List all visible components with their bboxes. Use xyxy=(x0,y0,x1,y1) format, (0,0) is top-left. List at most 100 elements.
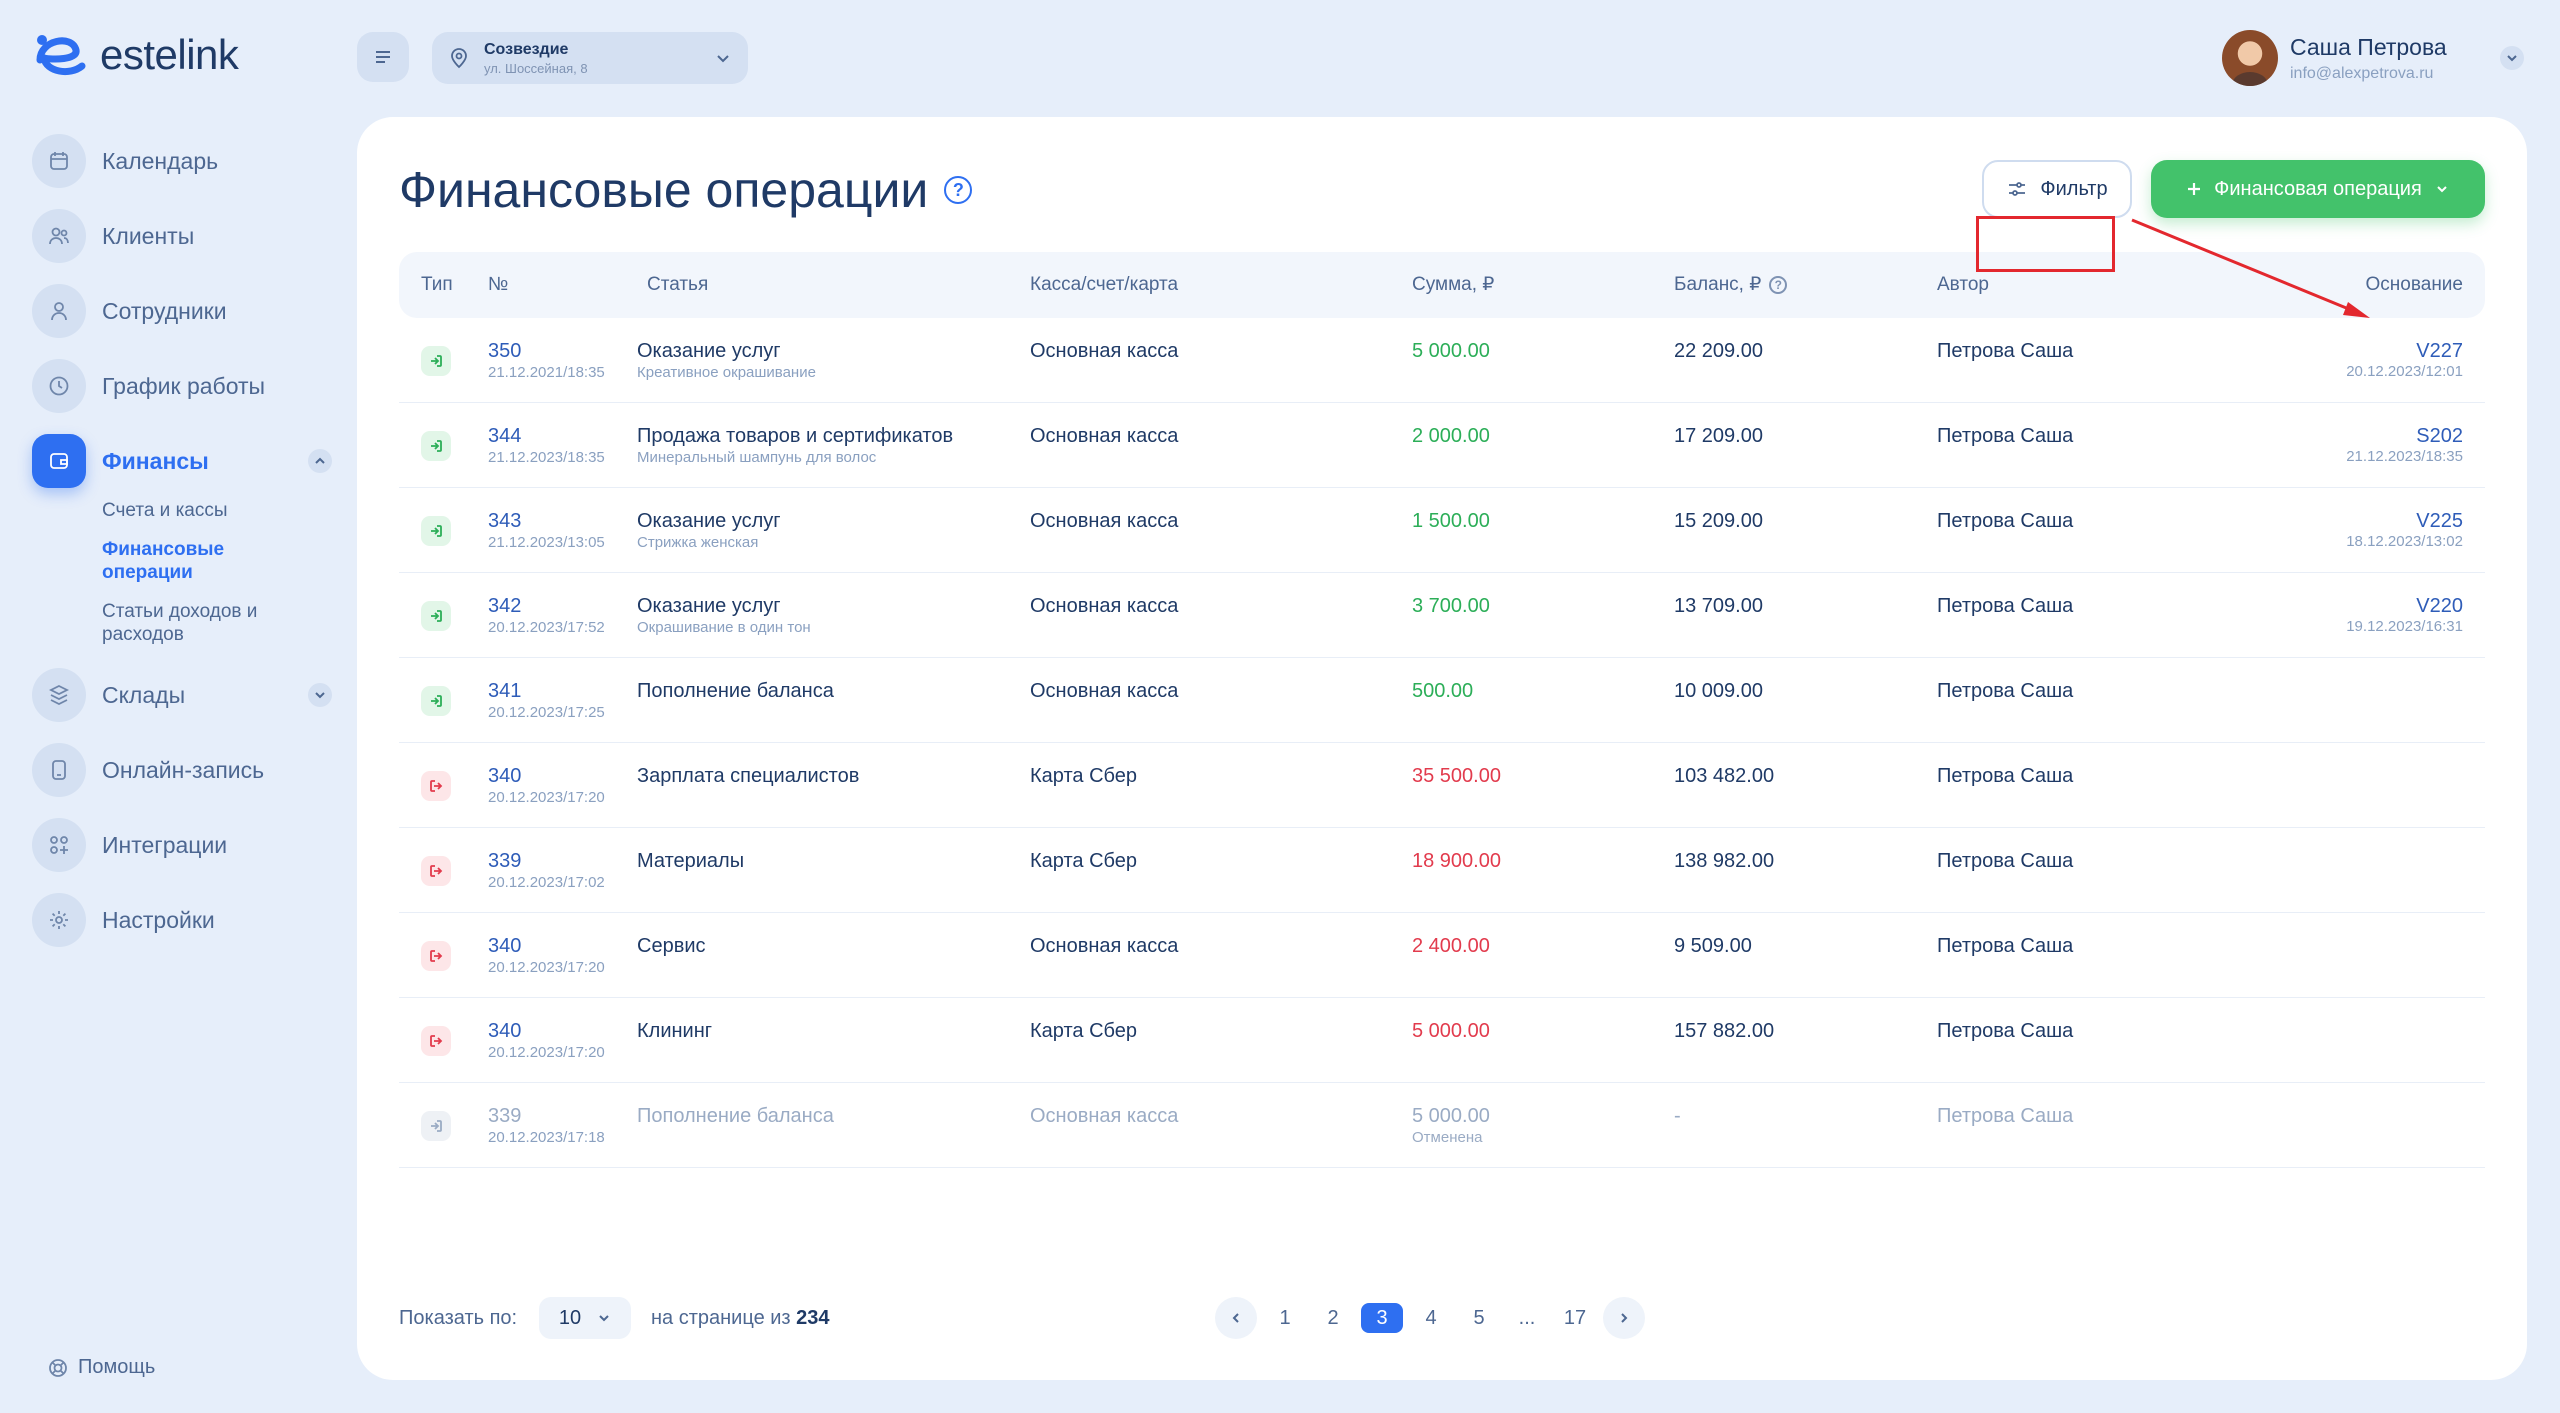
table-row[interactable]: 340 20.12.2023/17:20 Зарплата специалистов… xyxy=(399,743,2485,828)
sidebar-item-calendar[interactable]: Календарь xyxy=(32,134,332,188)
article-cell: Пополнение баланса xyxy=(637,680,834,703)
sidebar-item-warehouses[interactable]: Склады xyxy=(32,668,332,722)
operation-id[interactable]: 339 xyxy=(488,850,605,873)
sum-value: 3 700.00 xyxy=(1412,595,1490,617)
article-cell: Сервис xyxy=(637,935,706,958)
sidebar-item-label: Склады xyxy=(102,681,186,708)
sum-value: 2 400.00 xyxy=(1412,935,1490,957)
col-sum: Сумма, ₽ xyxy=(1412,274,1495,295)
basis-link[interactable]: V227 xyxy=(2346,340,2463,363)
table-body: 350 21.12.2021/18:35 Оказание услуг Креатив… xyxy=(399,318,2485,1168)
sidebar-item-finance[interactable]: Финансы xyxy=(32,434,332,488)
page-total-text: на странице из 234 xyxy=(651,1307,830,1330)
operation-id[interactable]: 340 xyxy=(488,765,605,788)
expense-icon xyxy=(421,856,451,886)
col-balance-label: Баланс, ₽ xyxy=(1674,274,1762,295)
calendar-icon xyxy=(32,134,86,188)
table-row[interactable]: 342 20.12.2023/17:52 Оказание услуг Окрашив… xyxy=(399,573,2485,658)
page-button[interactable]: 5 xyxy=(1459,1303,1499,1333)
sidebar-item-schedule[interactable]: График работы xyxy=(32,359,332,413)
next-page-button[interactable] xyxy=(1603,1297,1645,1339)
pagination-ellipsis: ... xyxy=(1518,1306,1536,1329)
per-page-select[interactable]: 10 xyxy=(539,1297,631,1339)
table-row[interactable]: 339 20.12.2023/17:18 Пополнение баланса Осн… xyxy=(399,1083,2485,1168)
help-link[interactable]: Помощь xyxy=(48,1356,155,1379)
operation-number: 341 20.12.2023/17:25 xyxy=(488,680,605,721)
operation-id[interactable]: 341 xyxy=(488,680,605,703)
sidebar-item-staff[interactable]: Сотрудники xyxy=(32,284,332,338)
sum-cell: 18 900.00 xyxy=(1412,850,1501,873)
prev-page-button[interactable] xyxy=(1215,1297,1257,1339)
chevron-up-icon[interactable] xyxy=(308,449,332,473)
expense-icon xyxy=(421,1026,451,1056)
page-button[interactable]: 4 xyxy=(1411,1303,1451,1333)
location-pin-icon xyxy=(451,48,467,69)
basis-cell: S202 21.12.2023/18:35 xyxy=(2346,425,2463,465)
menu-toggle-button[interactable] xyxy=(357,32,409,82)
sidebar-item-online-booking[interactable]: Онлайн-запись xyxy=(32,743,332,797)
filter-button[interactable]: Фильтр xyxy=(1982,160,2132,218)
location-text: Созвездие ул. Шоссейная, 8 xyxy=(484,41,714,76)
basis-link[interactable]: S202 xyxy=(2346,425,2463,448)
income-icon xyxy=(421,516,451,546)
operation-id[interactable]: 350 xyxy=(488,340,605,363)
sidebar-item-integrations[interactable]: Интеграции xyxy=(32,818,332,872)
operation-id[interactable]: 340 xyxy=(488,935,605,958)
table-row[interactable]: 344 21.12.2023/18:35 Продажа товаров и сер… xyxy=(399,403,2485,488)
avatar xyxy=(2222,30,2278,86)
article-name: Сервис xyxy=(637,935,706,957)
location-selector[interactable]: Созвездие ул. Шоссейная, 8 xyxy=(432,32,748,84)
question-icon[interactable]: ? xyxy=(1769,276,1788,294)
add-operation-button[interactable]: Финансовая операция xyxy=(2151,160,2485,218)
article-cell: Оказание услуг Креативное окрашивание xyxy=(637,340,816,381)
table-row[interactable]: 343 21.12.2023/13:05 Оказание услуг Стрижка… xyxy=(399,488,2485,573)
balance-cell: 9 509.00 xyxy=(1674,935,1752,957)
income-icon xyxy=(421,431,451,461)
cash-cell: Основная касса xyxy=(1030,935,1179,957)
subnav-item-accounts[interactable]: Счета и кассы xyxy=(102,499,332,522)
user-profile[interactable]: Саша Петрова info@alexpetrova.ru xyxy=(2222,30,2447,86)
clock-icon xyxy=(32,359,86,413)
expense-icon xyxy=(421,771,451,801)
subnav-item-articles[interactable]: Статьи доходов и расходов xyxy=(102,600,292,646)
article-cell: Пополнение баланса xyxy=(637,1105,834,1128)
basis-date: 21.12.2023/18:35 xyxy=(2346,448,2463,465)
balance-cell: 103 482.00 xyxy=(1674,765,1775,787)
basis-link[interactable]: V220 xyxy=(2346,595,2463,618)
chevron-down-icon[interactable] xyxy=(308,683,332,707)
basis-cell: V220 19.12.2023/16:31 xyxy=(2346,595,2463,635)
author-cell: Петрова Саша xyxy=(1937,850,2074,872)
operation-id[interactable]: 343 xyxy=(488,510,605,533)
basis-link[interactable]: V225 xyxy=(2346,510,2463,533)
page-button[interactable]: 1 xyxy=(1265,1303,1305,1333)
app-logo[interactable]: estelink xyxy=(32,30,239,80)
location-address: ул. Шоссейная, 8 xyxy=(484,60,588,76)
table-row[interactable]: 350 21.12.2021/18:35 Оказание услуг Креатив… xyxy=(399,318,2485,403)
operation-id[interactable]: 342 xyxy=(488,595,605,618)
main-card: Финансовые операции ? Фильтр Финансовая … xyxy=(357,117,2527,1380)
operation-number: 339 20.12.2023/17:18 xyxy=(488,1105,605,1146)
sidebar-item-clients[interactable]: Клиенты xyxy=(32,209,332,263)
page-button[interactable]: 17 xyxy=(1555,1303,1595,1333)
page-button[interactable]: 2 xyxy=(1313,1303,1353,1333)
table-row[interactable]: 339 20.12.2023/17:02 Материалы Карта Сбер 18… xyxy=(399,828,2485,913)
subnav-item-operations[interactable]: Финансовые операции xyxy=(102,538,252,584)
table-row[interactable]: 341 20.12.2023/17:25 Пополнение баланса Осн… xyxy=(399,658,2485,743)
cash-cell: Основная касса xyxy=(1030,425,1179,447)
article-subtitle: Стрижка женская xyxy=(637,534,759,551)
sidebar-item-settings[interactable]: Настройки xyxy=(32,893,332,947)
boxes-icon xyxy=(32,668,86,722)
question-icon[interactable]: ? xyxy=(944,176,973,204)
per-page-value: 10 xyxy=(558,1306,582,1329)
table-row[interactable]: 340 20.12.2023/17:20 Сервис Основная касса 2… xyxy=(399,913,2485,998)
operation-id[interactable]: 340 xyxy=(488,1020,605,1043)
operation-id[interactable]: 344 xyxy=(488,425,605,448)
expense-icon xyxy=(421,941,451,971)
sum-cell: 2 000.00 xyxy=(1412,425,1490,448)
sum-value: 5 000.00 xyxy=(1412,1105,1490,1127)
user-menu-chevron-icon[interactable] xyxy=(2500,46,2524,70)
page-button[interactable]: 3 xyxy=(1361,1303,1403,1333)
table-row[interactable]: 340 20.12.2023/17:20 Клининг Карта Сбер 5 00… xyxy=(399,998,2485,1083)
sum-cell: 5 000.00 Отменена xyxy=(1412,1105,1490,1146)
operation-id[interactable]: 339 xyxy=(488,1105,605,1128)
